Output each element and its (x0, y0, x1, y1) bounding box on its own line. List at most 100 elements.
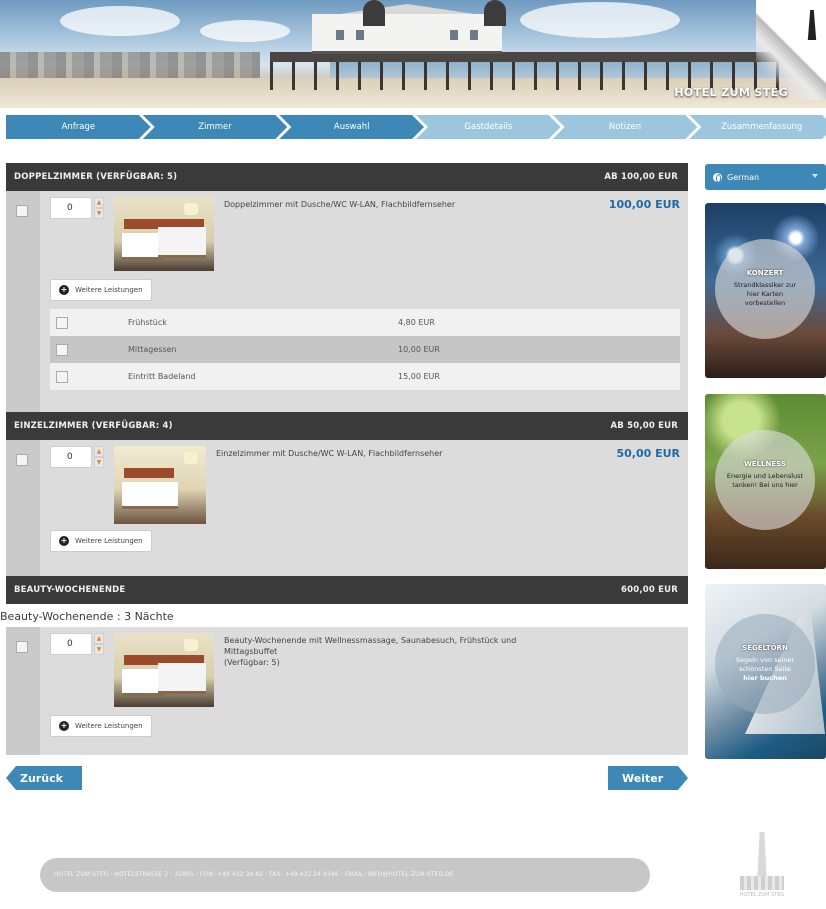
service-price: 15,00 EUR (398, 372, 440, 381)
room-select-strip (6, 440, 40, 576)
promo-concert[interactable]: KONZERT Strandklassiker zur hier Karten … (705, 203, 826, 378)
lighthouse-icon (757, 832, 767, 880)
chevron-down-icon[interactable]: ▼ (94, 208, 104, 219)
step-zimmer[interactable]: Zimmer (143, 115, 288, 139)
booking-steps: Anfrage Zimmer Auswahl Gastdetails Notiz… (6, 115, 826, 139)
room-description: Einzelzimmer mit Dusche/WC W-LAN, Flachb… (216, 449, 443, 458)
category-title: BEAUTY-WOCHENENDE (14, 585, 126, 595)
package-description: Beauty-Wochenende mit Wellnessmassage, S… (224, 633, 680, 668)
chevron-up-icon[interactable]: ▲ (94, 446, 104, 457)
room-selection: DOPPELZIMMER (VERFÜGBAR: 5) AB 100,00 EU… (0, 163, 688, 755)
step-label: Notizen (608, 122, 642, 132)
cloud (200, 20, 290, 42)
quantity-input[interactable]: 0 (50, 446, 92, 468)
promo-sailing[interactable]: SEGELTÖRN Segeln von seiner schönsten Se… (705, 584, 826, 759)
promo-title: WELLNESS (744, 460, 786, 468)
room-photo (114, 446, 206, 524)
extras-button[interactable]: + Weitere Leistungen (50, 530, 152, 552)
hotel-logo: HOTEL ZUM STEG (674, 86, 788, 99)
category-from-price: 600,00 EUR (620, 585, 678, 595)
pier-house-tower (363, 0, 385, 26)
service-row: Frühstück 4,80 EUR (50, 309, 680, 336)
step-zusammenfassung[interactable]: Zusammenfassung (689, 115, 826, 139)
quantity-stepper[interactable]: ▲ ▼ (94, 446, 104, 468)
room-beauty-package: 0 ▲ ▼ Beauty-Wochenende mit Wellnessmass… (6, 627, 688, 755)
room-checkbox[interactable] (16, 205, 28, 217)
chevron-up-icon[interactable]: ▲ (94, 633, 104, 644)
step-notizen[interactable]: Notizen (553, 115, 698, 139)
room-photo (114, 633, 214, 707)
plus-icon: + (59, 536, 69, 546)
window (450, 30, 458, 40)
service-name: Frühstück (128, 318, 167, 327)
service-row: Eintritt Badeland 15,00 EUR (50, 363, 680, 390)
quantity-input[interactable]: 0 (50, 197, 92, 219)
room-checkbox[interactable] (16, 454, 28, 466)
chevron-down-icon[interactable]: ▼ (94, 644, 104, 655)
service-price: 10,00 EUR (398, 345, 440, 354)
service-checkbox[interactable] (56, 316, 68, 329)
promo-link[interactable]: tanken! Bei uns hier (715, 481, 815, 490)
chevron-down-icon (812, 174, 818, 178)
quantity-input[interactable]: 0 (50, 633, 92, 655)
promo-overlay: KONZERT Strandklassiker zur hier Karten … (715, 239, 815, 339)
room-price: 100,00 EUR (608, 198, 680, 211)
promo-text: Energie und Lebenslust (726, 472, 804, 480)
promo-text: vorbestellen (744, 299, 786, 307)
service-name: Eintritt Badeland (128, 372, 196, 381)
back-button[interactable]: Zurück (6, 766, 82, 790)
room-content: 0 ▲ ▼ Beauty-Wochenende mit Wellnessmass… (40, 627, 688, 755)
globe-icon (713, 172, 722, 183)
chevron-up-icon[interactable]: ▲ (94, 197, 104, 208)
service-name: Mittagessen (128, 345, 177, 354)
logo-base (740, 876, 784, 890)
category-from-price: AB 100,00 EUR (604, 172, 678, 182)
room-content: 0 ▲ ▼ Einzelzimmer mit Dusche/WC W-LAN, … (40, 440, 688, 576)
extras-label: Weitere Leistungen (75, 286, 143, 294)
header-banner: HOTEL ZUM STEG (0, 0, 826, 108)
promo-title: SEGELTÖRN (742, 644, 788, 652)
footer-logo-text: HOTEL ZUM STEG (739, 892, 785, 898)
promo-text: Segeln von seiner (735, 656, 795, 664)
step-label: Zusammenfassung (721, 122, 803, 132)
availability-text: (Verfügbar: 5) (224, 658, 280, 667)
room-checkbox[interactable] (16, 641, 28, 653)
extras-label: Weitere Leistungen (75, 722, 143, 730)
extras-label: Weitere Leistungen (75, 537, 143, 545)
room-main-row: 0 ▲ ▼ Beauty-Wochenende mit Wellnessmass… (50, 633, 680, 707)
room-select-strip (6, 627, 40, 755)
category-from-price: AB 50,00 EUR (610, 421, 678, 431)
service-checkbox[interactable] (56, 343, 68, 356)
step-gastdetails[interactable]: Gastdetails (416, 115, 561, 139)
step-label: Gastdetails (464, 122, 513, 132)
step-anfrage[interactable]: Anfrage (6, 115, 151, 139)
promo-wellness[interactable]: WELLNESS Energie und Lebenslust tanken! … (705, 394, 826, 569)
plus-icon: + (59, 721, 69, 731)
quantity-stepper[interactable]: ▲ ▼ (94, 197, 104, 219)
step-label: Anfrage (61, 122, 96, 132)
category-header-einzelzimmer: EINZELZIMMER (VERFÜGBAR: 4) AB 50,00 EUR (6, 412, 688, 440)
extras-button[interactable]: + Weitere Leistungen (50, 715, 152, 737)
quantity-stepper[interactable]: ▲ ▼ (94, 633, 104, 655)
promo-text: Strandklassiker zur (733, 281, 797, 289)
category-title: DOPPELZIMMER (VERFÜGBAR: 5) (14, 172, 178, 182)
next-button[interactable]: Weiter (608, 766, 688, 790)
room-main-row: 0 ▲ ▼ Doppelzimmer mit Dusche/WC W-LAN, … (50, 197, 680, 271)
room-description: Doppelzimmer mit Dusche/WC W-LAN, Flachb… (224, 200, 456, 209)
services-table: Frühstück 4,80 EUR Mittagessen 10,00 EUR… (50, 309, 680, 390)
promo-link[interactable]: hier Karten (715, 290, 815, 299)
pier-house-tower (484, 0, 506, 26)
service-checkbox[interactable] (56, 370, 68, 383)
promo-link[interactable]: hier buchen (715, 674, 815, 683)
cloud (520, 2, 680, 38)
room-price: 50,00 EUR (616, 447, 680, 460)
extras-button[interactable]: + Weitere Leistungen (50, 279, 152, 301)
language-value: German (727, 172, 760, 182)
room-einzelzimmer: 0 ▲ ▼ Einzelzimmer mit Dusche/WC W-LAN, … (6, 440, 688, 576)
step-label: Auswahl (333, 122, 370, 132)
language-select[interactable]: German (705, 164, 826, 190)
footer-contact-bar: HOTEL ZUM STEG · HOTELSTRASSE 2 · 32805 … (40, 858, 650, 892)
chevron-down-icon[interactable]: ▼ (94, 457, 104, 468)
step-auswahl[interactable]: Auswahl (279, 115, 424, 139)
footer-logo: HOTEL ZUM STEG (734, 832, 790, 902)
